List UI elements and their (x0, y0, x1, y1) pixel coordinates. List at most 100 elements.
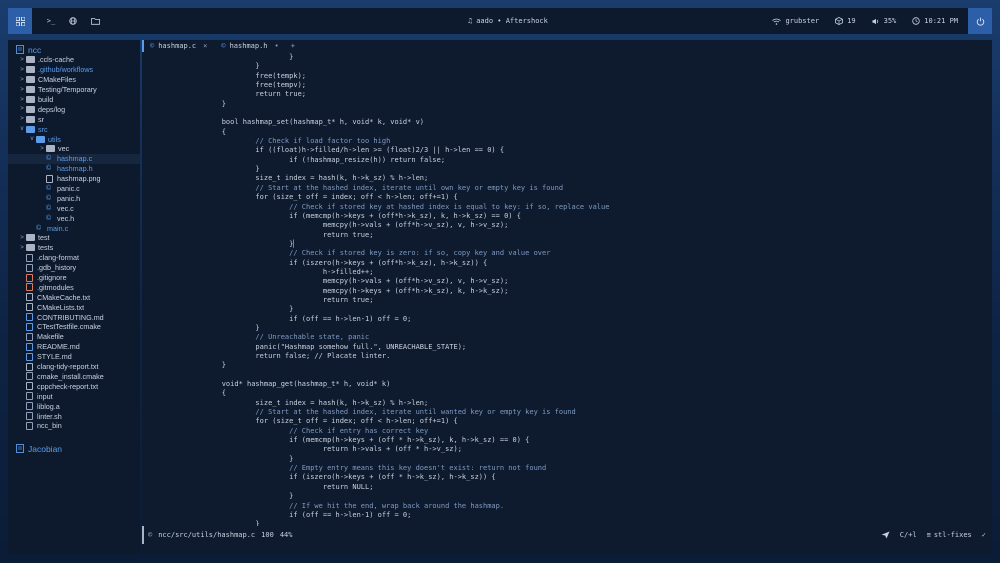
chevron-right-icon[interactable]: > (18, 67, 26, 73)
tree-item[interactable]: > test (8, 233, 140, 243)
terminal-launcher[interactable]: >_ (40, 8, 62, 34)
power-button[interactable] (968, 8, 992, 34)
tree-item-label: Testing/Temporary (38, 85, 97, 95)
tree-item[interactable]: > .github/workflows (8, 65, 140, 75)
now-playing[interactable]: ♫ aado • Aftershock (468, 8, 548, 34)
tree-item-label: vec.h (57, 213, 75, 223)
tree-item-label: liblog.a (37, 401, 60, 411)
tree-item[interactable]: .gdb_history (8, 263, 140, 273)
file-path[interactable]: ncc/src/utils/hashmap.c (158, 531, 255, 539)
chevron-right-icon[interactable]: > (18, 116, 26, 122)
tree-item[interactable]: > build (8, 95, 140, 105)
send-icon[interactable] (881, 531, 890, 539)
tree-item-label: panic.c (57, 184, 80, 194)
folder-open-icon (26, 125, 35, 133)
tree-item[interactable]: .gitignore (8, 273, 140, 283)
code-line: if ((float)h->filled/h->len >= (float)2/… (188, 146, 505, 155)
chevron-right-icon[interactable]: > (18, 87, 26, 93)
code-line: if (!hashmap_resize(h)) return false; (188, 155, 446, 164)
chevron-down-icon[interactable]: v (28, 136, 36, 142)
terminal-icon: >_ (46, 17, 56, 25)
tree-item[interactable]: > sr (8, 114, 140, 124)
tree-item[interactable]: .gitmodules (8, 282, 140, 292)
code-line: } (188, 305, 294, 314)
tree-item[interactable]: © vec.c (8, 203, 140, 213)
wifi-indicator[interactable]: grubster (772, 17, 819, 25)
tree-item[interactable]: © panic.c (8, 184, 140, 194)
git-branch[interactable]: ≡ stl-fixes (927, 531, 972, 539)
tree-item[interactable]: hashmap.png (8, 174, 140, 184)
tree-item[interactable]: input (8, 391, 140, 401)
chevron-down-icon[interactable]: v (18, 126, 26, 132)
tree-item[interactable]: CMakeLists.txt (8, 302, 140, 312)
project-header-jacobian[interactable]: Jacobian (8, 443, 140, 455)
project-header[interactable]: ncc (8, 44, 140, 55)
tree-item[interactable]: clang-tidy-report.txt (8, 362, 140, 372)
modified-dot-icon[interactable]: • (275, 42, 279, 50)
tree-item[interactable]: v utils (8, 134, 140, 144)
doc-file-icon (26, 303, 33, 312)
tree-item-label: src (38, 124, 48, 134)
updates-indicator[interactable]: 19 (835, 17, 856, 25)
tree-item[interactable]: > Testing/Temporary (8, 85, 140, 95)
tree-item[interactable]: © vec.h (8, 213, 140, 223)
folder-icon (46, 145, 55, 153)
volume-indicator[interactable]: 35% (872, 17, 896, 25)
c-file-icon: © (46, 204, 52, 212)
chevron-right-icon[interactable]: > (18, 245, 26, 251)
chevron-right-icon[interactable]: > (18, 235, 26, 241)
code-line: void* hashmap_get(hashmap_t* h, void* k) (188, 380, 391, 389)
file-file-icon (26, 421, 33, 430)
md-file-icon (26, 352, 33, 361)
wifi-icon (772, 18, 782, 25)
tree-item[interactable]: linter.sh (8, 411, 140, 421)
tree-item[interactable]: © hashmap.h (8, 164, 140, 174)
cmake-file-icon (26, 322, 33, 331)
files-launcher[interactable] (84, 8, 106, 34)
chevron-right-icon[interactable]: > (18, 77, 26, 83)
tree-item[interactable]: Makefile (8, 332, 140, 342)
workspace-grid-button[interactable] (8, 8, 32, 34)
tab-hashmap-c[interactable]: © hashmap.c × (142, 40, 215, 52)
branch-icon: ≡ (926, 531, 931, 539)
md-file-icon (26, 313, 33, 322)
code-area[interactable]: } } free(tempk); free(tempv); return tru… (188, 53, 988, 526)
clock[interactable]: 10:21 PM (912, 17, 958, 25)
tree-item-label: cppcheck-report.txt (37, 381, 99, 391)
folder-icon (26, 115, 35, 123)
tree-item[interactable]: STYLE.md (8, 352, 140, 362)
tree-item[interactable]: CTestTestfile.cmake (8, 322, 140, 332)
tree-item[interactable]: > tests (8, 243, 140, 253)
tree-item[interactable]: liblog.a (8, 401, 140, 411)
tree-item[interactable]: CONTRIBUTING.md (8, 312, 140, 322)
tree-item[interactable]: README.md (8, 342, 140, 352)
cursor-position[interactable]: 100 (261, 531, 274, 539)
tree-item[interactable]: © panic.h (8, 193, 140, 203)
encoding-indicator[interactable]: C/+l (900, 531, 917, 539)
tree-item[interactable]: .clang-format (8, 253, 140, 263)
tab-hashmap-h[interactable]: © hashmap.h • (215, 40, 286, 52)
tree-item[interactable]: > vec (8, 144, 140, 154)
chevron-right-icon[interactable]: > (18, 57, 26, 63)
new-tab-button[interactable]: + (287, 42, 295, 50)
tree-item[interactable]: © hashmap.c (8, 153, 140, 164)
tree-item[interactable]: cmake_install.cmake (8, 372, 140, 382)
chevron-right-icon[interactable]: > (38, 146, 46, 152)
tree-item-label: hashmap.c (57, 154, 93, 164)
code-line: return false; // Placate linter. (188, 352, 391, 360)
chevron-right-icon[interactable]: > (18, 97, 26, 103)
c-file-icon: © (221, 42, 226, 50)
tree-item[interactable]: CMakeCache.txt (8, 292, 140, 302)
tree-item[interactable]: © main.c (8, 223, 140, 233)
browser-launcher[interactable] (62, 8, 84, 34)
tree-item[interactable]: cppcheck-report.txt (8, 381, 140, 391)
tree-item[interactable]: > deps/log (8, 104, 140, 114)
tree-item[interactable]: v src (8, 124, 140, 134)
code-line: } (188, 53, 294, 61)
tree-item[interactable]: > .ccls-cache (8, 55, 140, 65)
chevron-right-icon[interactable]: > (18, 106, 26, 112)
tree-item[interactable]: ncc_bin (8, 421, 140, 431)
close-tab-icon[interactable]: × (203, 42, 207, 50)
tree-item[interactable]: > CMakeFiles (8, 75, 140, 85)
tab-label: hashmap.h (229, 42, 268, 50)
